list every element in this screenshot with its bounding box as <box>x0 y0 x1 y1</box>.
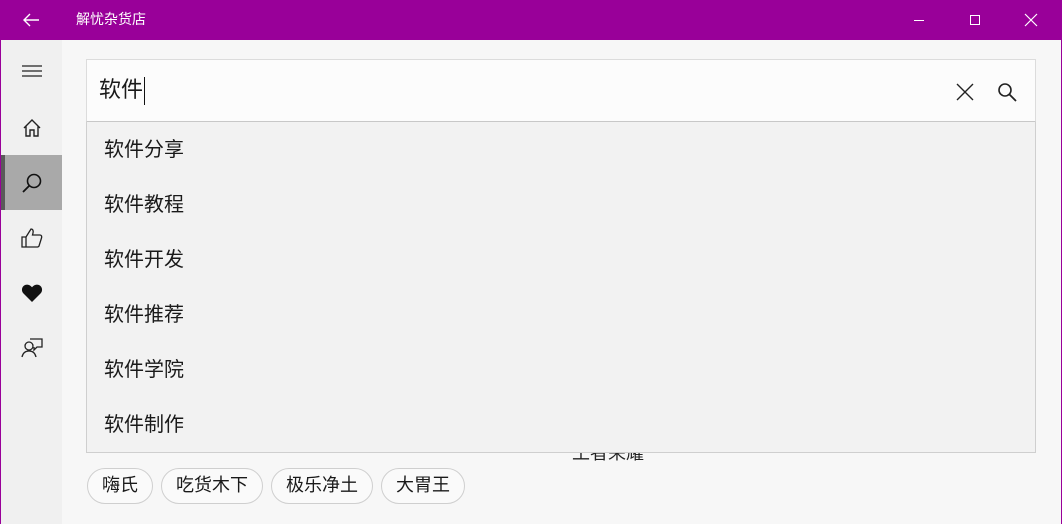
close-icon <box>956 83 974 101</box>
suggestion-item[interactable]: 软件分享 <box>87 122 1035 177</box>
suggestion-item[interactable]: 软件推荐 <box>87 287 1035 342</box>
home-icon <box>23 118 40 137</box>
back-arrow-icon <box>23 13 39 27</box>
search-icon <box>21 173 41 193</box>
search-icon <box>998 83 1017 102</box>
nav-rail <box>0 40 62 524</box>
clear-search-button[interactable] <box>947 74 983 110</box>
suggestion-item[interactable]: 软件教程 <box>87 177 1035 232</box>
search-input[interactable]: 软件 <box>99 60 146 122</box>
minimize-icon <box>914 20 924 21</box>
title-bar: 解忧杂货店 <box>0 0 1062 40</box>
tag-item[interactable]: 极乐净土 <box>271 468 373 504</box>
close-icon <box>1024 13 1038 27</box>
search-query-text: 软件 <box>99 78 144 103</box>
search-box[interactable]: 软件 <box>86 59 1036 122</box>
person-chat-icon <box>20 337 43 357</box>
suggestion-item[interactable]: 软件开发 <box>87 232 1035 287</box>
text-caret <box>144 77 146 105</box>
maximize-button[interactable] <box>952 0 998 40</box>
tag-item[interactable]: 嗨氏 <box>87 468 153 504</box>
thumbs-up-icon <box>20 227 42 248</box>
window-title: 解忧杂货店 <box>76 12 146 28</box>
suggestion-item[interactable]: 软件学院 <box>87 342 1035 397</box>
back-button[interactable] <box>0 0 62 40</box>
heart-icon <box>21 284 42 302</box>
nav-menu-toggle[interactable] <box>1 43 62 98</box>
maximize-icon <box>970 15 980 25</box>
nav-item-favorites[interactable] <box>1 265 62 320</box>
search-suggestions: 软件分享 软件教程 软件开发 软件推荐 软件学院 软件制作 <box>86 122 1036 453</box>
nav-item-recommend[interactable] <box>1 210 62 265</box>
nav-item-home[interactable] <box>1 100 62 155</box>
nav-item-feedback[interactable] <box>1 320 62 375</box>
tag-item[interactable]: 大胃王 <box>381 468 465 504</box>
suggestion-item[interactable]: 软件制作 <box>87 397 1035 452</box>
close-window-button[interactable] <box>1008 0 1054 40</box>
submit-search-button[interactable] <box>989 74 1025 110</box>
tag-list: 嗨氏 吃货木下 极乐净土 大胃王 <box>87 468 465 504</box>
nav-item-search[interactable] <box>1 155 62 210</box>
minimize-button[interactable] <box>896 0 942 40</box>
tag-item[interactable]: 吃货木下 <box>161 468 263 504</box>
hamburger-icon <box>21 64 42 77</box>
